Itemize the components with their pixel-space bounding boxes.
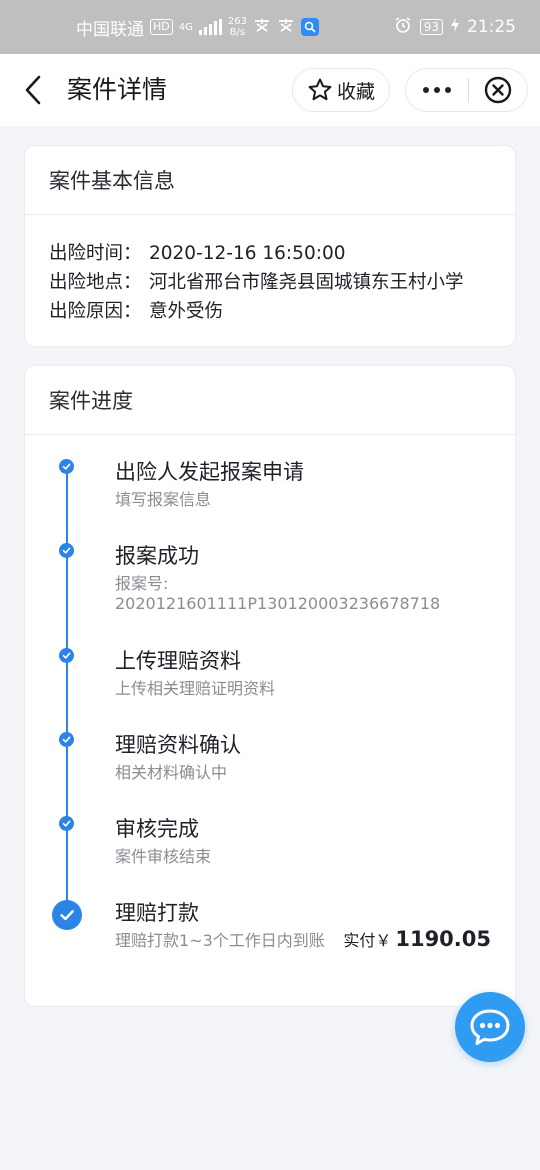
paid-label: 实付￥: [343, 931, 392, 950]
carrier-name: 中国联通: [76, 19, 144, 40]
close-button[interactable]: [469, 68, 527, 112]
basic-info-heading: 案件基本信息: [25, 146, 515, 215]
more-dots-icon: [423, 87, 429, 93]
net-speed: 263 B/s: [228, 16, 247, 38]
app-notification-icon: [277, 17, 295, 38]
basic-info-list: 出险时间： 2020-12-16 16:50:00 出险地点： 河北省邢台市隆尧…: [25, 215, 515, 326]
info-row-time: 出险时间： 2020-12-16 16:50:00: [49, 239, 515, 268]
chat-bubble-icon: [470, 1009, 510, 1045]
search-app-icon: [300, 18, 319, 36]
step-desc: 上传相关理赔证明资料: [115, 679, 276, 698]
circle-close-icon: [484, 76, 512, 104]
info-label: 出险原因：: [49, 301, 142, 322]
step-desc: 填写报案信息: [115, 490, 212, 509]
paid-amount-block: 实付￥ 1190.05: [343, 927, 491, 951]
step-check-icon: [59, 543, 74, 558]
step-title: 报案成功: [115, 544, 199, 568]
status-left: 中国联通 HD 4G 263 B/s: [76, 15, 319, 40]
step-title: 审核完成: [115, 817, 199, 841]
nav-bar: 案件详情 收藏: [0, 54, 540, 126]
favorite-button[interactable]: 收藏: [292, 68, 390, 112]
step-title: 出险人发起报案申请: [115, 460, 304, 484]
info-value: 河北省邢台市隆尧县固城镇东王村小学: [149, 272, 464, 293]
battery-level: 93: [419, 19, 443, 35]
progress-step: 报案成功 报案号: 2020121601111P1301200032366787…: [115, 541, 440, 614]
info-row-location: 出险地点： 河北省邢台市隆尧县固城镇东王村小学: [49, 268, 515, 297]
alarm-icon: [394, 16, 412, 39]
progress-card: 案件进度 出险人发起报案申请 填写报案信息 报案成功 报案号: 20201216…: [24, 365, 516, 1007]
app-notification-icon: [253, 17, 271, 38]
basic-info-card: 案件基本信息 出险时间： 2020-12-16 16:50:00 出险地点： 河…: [24, 145, 516, 347]
progress-step: 出险人发起报案申请 填写报案信息: [115, 457, 304, 510]
step-title: 理赔打款: [115, 901, 199, 925]
progress-step-final: 理赔打款 理赔打款1~3个工作日内到账: [115, 898, 325, 951]
step-desc: 理赔打款1~3个工作日内到账: [115, 931, 325, 950]
info-value: 意外受伤: [149, 301, 224, 322]
step-desc: 案件审核结束: [115, 847, 212, 866]
paid-amount: 1190.05: [395, 927, 491, 951]
page-title: 案件详情: [67, 75, 168, 104]
hd-badge: HD: [150, 19, 173, 35]
step-desc: 报案号:: [115, 574, 169, 593]
progress-heading: 案件进度: [25, 366, 515, 435]
progress-step: 上传理赔资料 上传相关理赔证明资料: [115, 646, 275, 699]
step-check-icon: [59, 648, 74, 663]
step-title: 上传理赔资料: [115, 649, 241, 673]
claim-number: 2020121601111P130120003236678718: [115, 594, 441, 613]
clock-time: 21:25: [467, 17, 516, 37]
star-outline-icon: [308, 78, 332, 101]
favorite-label: 收藏: [336, 80, 375, 103]
network-type: 4G: [178, 21, 193, 33]
net-speed-value: 263: [227, 16, 247, 27]
step-title: 理赔资料确认: [115, 733, 241, 757]
step-check-icon: [59, 732, 74, 747]
info-label: 出险地点：: [49, 272, 142, 293]
info-row-reason: 出险原因： 意外受伤: [49, 297, 515, 326]
step-desc: 相关材料确认中: [115, 763, 228, 782]
progress-step: 理赔资料确认 相关材料确认中: [115, 730, 241, 783]
charging-icon: [451, 17, 459, 37]
more-button[interactable]: [406, 68, 468, 112]
status-bar: 中国联通 HD 4G 263 B/s 93 21:25: [0, 0, 540, 54]
back-button[interactable]: [18, 72, 48, 108]
step-complete-check-icon: [52, 900, 82, 930]
step-check-icon: [59, 459, 74, 474]
mini-program-capsule: [405, 68, 528, 112]
net-speed-unit: B/s: [229, 27, 246, 38]
status-right: 93 21:25: [394, 16, 516, 39]
chevron-left-icon: [25, 75, 41, 105]
signal-icon: [198, 19, 222, 35]
step-check-icon: [59, 816, 74, 831]
timeline-line: [66, 467, 68, 905]
info-value: 2020-12-16 16:50:00: [149, 243, 346, 264]
info-label: 出险时间：: [49, 243, 142, 264]
progress-step: 审核完成 案件审核结束: [115, 814, 211, 867]
customer-service-button[interactable]: [455, 992, 525, 1062]
